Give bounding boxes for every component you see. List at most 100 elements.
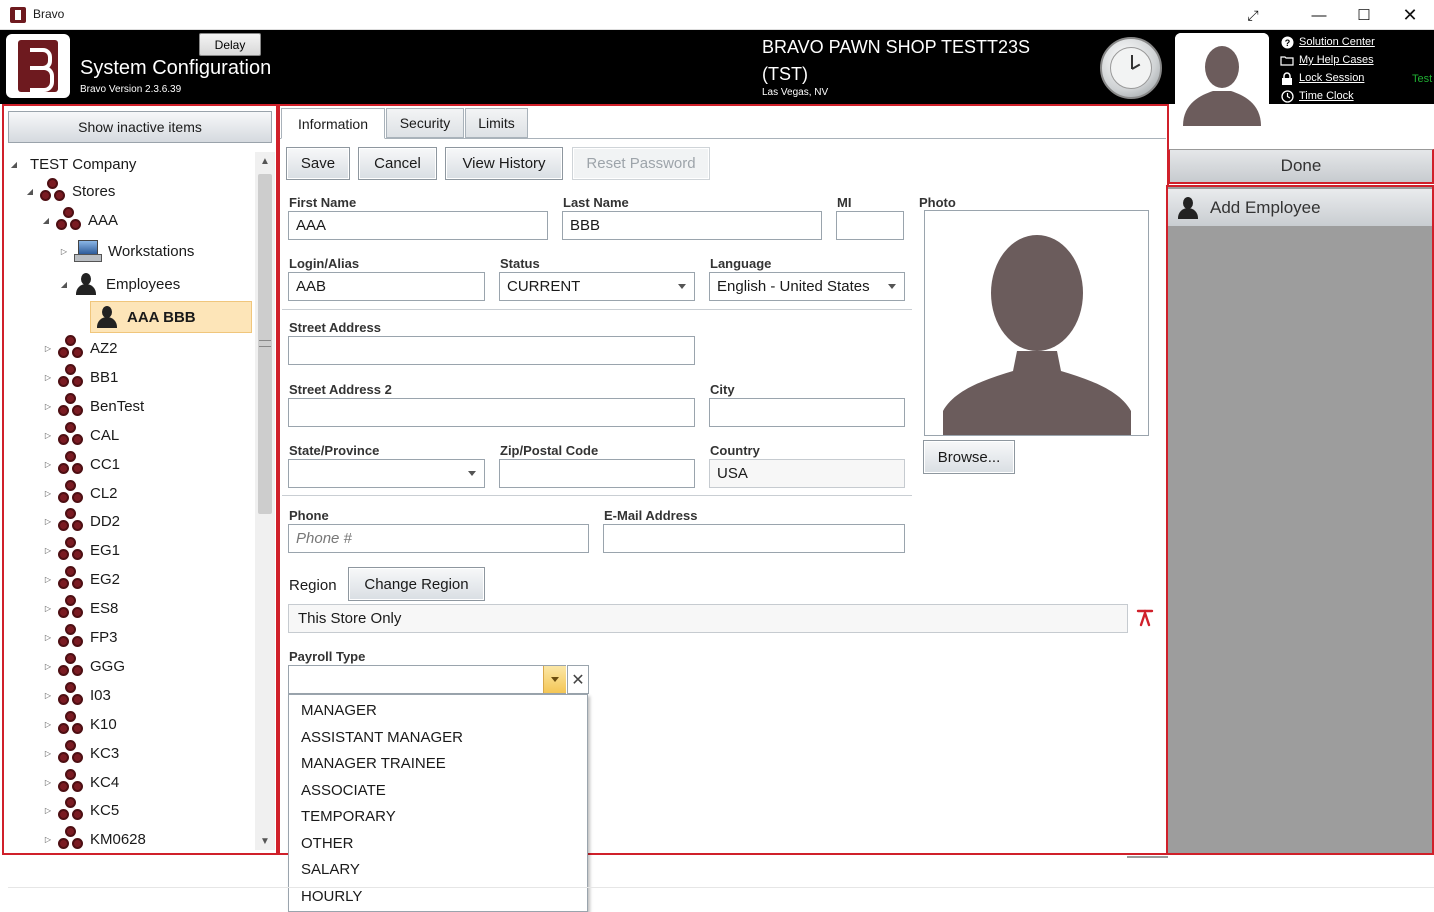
city-field[interactable] bbox=[709, 398, 905, 427]
save-button[interactable]: Save bbox=[286, 147, 350, 180]
expand-arrow-icon[interactable]: ▷ bbox=[42, 778, 54, 787]
tree-node-workstations[interactable]: ▷ Workstations bbox=[58, 237, 194, 265]
my-help-cases-link[interactable]: My Help Cases bbox=[1280, 54, 1374, 66]
expand-arrow-icon[interactable]: ▷ bbox=[42, 662, 54, 671]
payroll-option[interactable]: MANAGER bbox=[301, 698, 377, 724]
expand-arrow-icon[interactable]: ▷ bbox=[42, 460, 54, 469]
clear-icon[interactable]: ✕ bbox=[567, 665, 589, 694]
expand-arrow-icon[interactable]: ▷ bbox=[42, 517, 54, 526]
expand-arrow-icon[interactable]: ▷ bbox=[42, 431, 54, 440]
lock-session-link[interactable]: Lock Session bbox=[1280, 71, 1364, 85]
expand-arrow-icon[interactable]: ▷ bbox=[42, 546, 54, 555]
tab-security[interactable]: Security bbox=[386, 108, 464, 138]
tree-node-store[interactable]: ▷ BenTest bbox=[42, 392, 144, 420]
reset-password-button[interactable]: Reset Password bbox=[572, 147, 710, 180]
email-field[interactable] bbox=[603, 524, 905, 553]
show-inactive-button[interactable]: Show inactive items bbox=[8, 111, 272, 143]
resize-icon[interactable]: ⤢ bbox=[1230, 0, 1276, 30]
login-field[interactable]: AAB bbox=[288, 272, 485, 301]
scroll-up-icon[interactable]: ▲ bbox=[255, 152, 275, 170]
tree-node-store[interactable]: ▷ EG2 bbox=[42, 565, 120, 593]
tree-node-store[interactable]: ▷ AZ2 bbox=[42, 334, 118, 362]
tree-node-store[interactable]: ▷ CL2 bbox=[42, 479, 118, 507]
tree-node-store[interactable]: ▷ FP3 bbox=[42, 623, 118, 651]
tree-node-store-aaa[interactable]: ◢ AAA bbox=[40, 206, 118, 234]
expand-arrow-icon[interactable]: ◢ bbox=[24, 187, 36, 196]
view-history-button[interactable]: View History bbox=[445, 147, 563, 180]
payroll-option[interactable]: OTHER bbox=[301, 831, 354, 857]
expand-arrow-icon[interactable]: ▷ bbox=[42, 344, 54, 353]
tree-node-stores[interactable]: ◢ Stores bbox=[24, 177, 115, 205]
expand-arrow-icon[interactable]: ◢ bbox=[8, 160, 20, 169]
tab-limits[interactable]: Limits bbox=[465, 108, 528, 138]
tree-scrollbar[interactable]: ▲ ▼ bbox=[255, 152, 275, 850]
expand-arrow-icon[interactable]: ◢ bbox=[58, 280, 70, 289]
expand-arrow-icon[interactable]: ▷ bbox=[42, 749, 54, 758]
tree-node-company[interactable]: ◢ TEST Company bbox=[8, 150, 137, 178]
zip-field[interactable] bbox=[499, 459, 695, 488]
expand-arrow-icon[interactable]: ▷ bbox=[42, 489, 54, 498]
tree-node-store[interactable]: ▷ CC1 bbox=[42, 450, 120, 478]
expand-arrow-icon[interactable]: ▷ bbox=[42, 604, 54, 613]
tree-node-store[interactable]: ▷ CAL bbox=[42, 421, 119, 449]
tree-node-store[interactable]: ▷ BB1 bbox=[42, 363, 118, 391]
expand-arrow-icon[interactable]: ▷ bbox=[42, 720, 54, 729]
mi-field[interactable] bbox=[836, 211, 904, 240]
status-select[interactable]: CURRENT bbox=[499, 272, 695, 301]
done-button[interactable]: Done bbox=[1168, 149, 1434, 184]
state-select[interactable] bbox=[288, 459, 485, 488]
tree-node-store[interactable]: ▷ EG1 bbox=[42, 536, 120, 564]
tree-node-store[interactable]: ▷ I03 bbox=[42, 681, 111, 709]
street-address-field[interactable] bbox=[288, 336, 695, 365]
expand-arrow-icon[interactable]: ▷ bbox=[42, 373, 54, 382]
tree-node-store[interactable]: ▷ K10 bbox=[42, 710, 117, 738]
expand-arrow-icon[interactable]: ▷ bbox=[42, 633, 54, 642]
cancel-button[interactable]: Cancel bbox=[358, 147, 437, 180]
payroll-option[interactable]: MANAGER TRAINEE bbox=[301, 751, 446, 777]
expand-arrow-icon[interactable]: ▷ bbox=[58, 247, 70, 256]
chevron-down-icon bbox=[678, 284, 686, 289]
store-icon bbox=[58, 624, 84, 650]
time-clock-link[interactable]: Time Clock bbox=[1280, 89, 1354, 103]
payroll-option[interactable]: TEMPORARY bbox=[301, 804, 396, 830]
payroll-option[interactable]: SALARY bbox=[301, 857, 360, 883]
tree-node-store[interactable]: ▷ ES8 bbox=[42, 594, 118, 622]
tab-information[interactable]: Information bbox=[281, 108, 385, 139]
maximize-button[interactable]: ☐ bbox=[1341, 0, 1387, 30]
delay-button[interactable]: Delay bbox=[199, 33, 261, 56]
first-name-field[interactable]: AAA bbox=[288, 211, 548, 240]
expand-arrow-icon[interactable]: ▷ bbox=[42, 691, 54, 700]
tree-node-store[interactable]: ▷ GGG bbox=[42, 652, 125, 680]
payroll-option[interactable]: ASSISTANT MANAGER bbox=[301, 725, 463, 751]
country-field[interactable]: USA bbox=[709, 459, 905, 488]
change-region-button[interactable]: Change Region bbox=[348, 567, 485, 601]
expand-arrow-icon[interactable]: ▷ bbox=[42, 402, 54, 411]
expand-arrow-icon[interactable]: ◢ bbox=[40, 216, 52, 225]
last-name-field[interactable]: BBB bbox=[562, 211, 822, 240]
solution-center-link[interactable]: ? Solution Center bbox=[1280, 36, 1375, 48]
expand-arrow-icon[interactable]: ▷ bbox=[42, 575, 54, 584]
tree-node-store[interactable]: ▷ KC3 bbox=[42, 739, 119, 767]
tree-node-employee-selected[interactable]: AAA BBB bbox=[90, 301, 252, 333]
tree-node-store[interactable]: ▷ KC5 bbox=[42, 796, 119, 824]
tree-node-store[interactable]: ▷ KM0628 bbox=[42, 825, 146, 851]
tree-node-employees[interactable]: ◢ Employees bbox=[58, 270, 180, 298]
browse-photo-button[interactable]: Browse... bbox=[923, 440, 1015, 474]
payroll-type-select[interactable] bbox=[288, 665, 566, 694]
region-field[interactable]: This Store Only bbox=[288, 604, 1128, 633]
tree-node-store[interactable]: ▷ KC4 bbox=[42, 768, 119, 796]
street-address-2-field[interactable] bbox=[288, 398, 695, 427]
language-select[interactable]: English - United States bbox=[709, 272, 905, 301]
chevron-down-icon[interactable] bbox=[543, 666, 566, 693]
expand-arrow-icon[interactable]: ▷ bbox=[42, 806, 54, 815]
minimize-button[interactable]: — bbox=[1296, 0, 1342, 30]
user-avatar[interactable] bbox=[1175, 33, 1269, 126]
payroll-option[interactable]: ASSOCIATE bbox=[301, 778, 386, 804]
expand-arrow-icon[interactable]: ▷ bbox=[42, 835, 54, 844]
close-button[interactable]: ✕ bbox=[1387, 0, 1433, 30]
tree-node-store[interactable]: ▷ DD2 bbox=[42, 507, 120, 535]
scroll-down-icon[interactable]: ▼ bbox=[255, 832, 275, 850]
add-employee-button[interactable]: Add Employee bbox=[1168, 189, 1432, 226]
phone-field[interactable]: Phone # bbox=[288, 524, 589, 553]
remove-region-icon[interactable] bbox=[1134, 606, 1156, 628]
